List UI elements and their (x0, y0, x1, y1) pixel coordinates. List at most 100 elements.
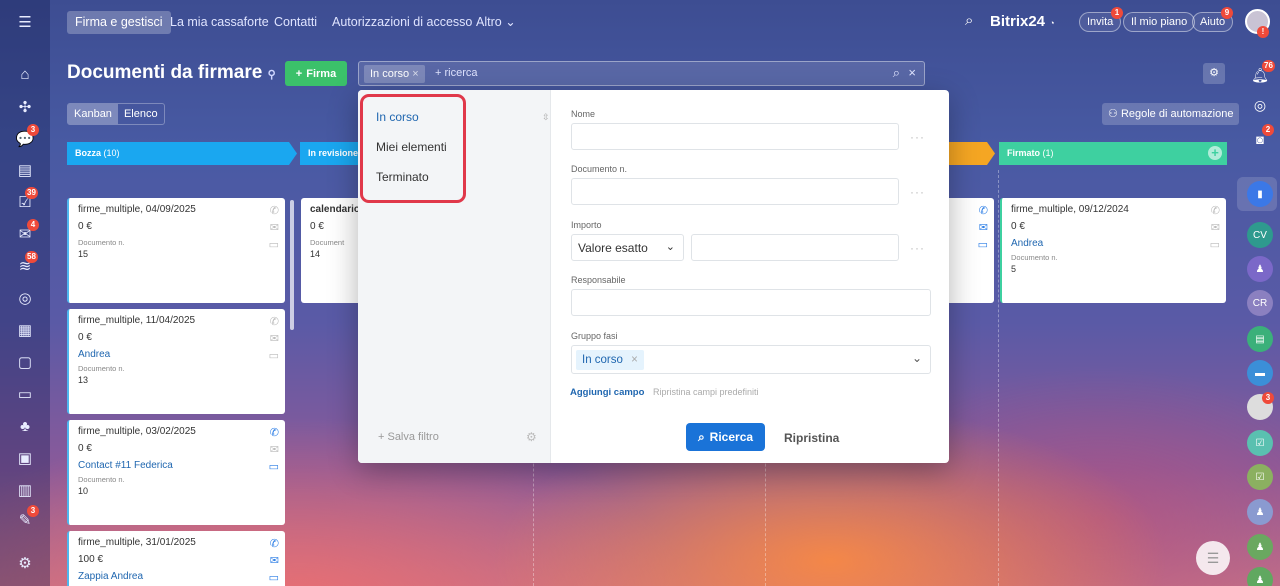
phone-icon[interactable]: ✆ (270, 204, 279, 217)
responsabile-input[interactable] (571, 289, 931, 316)
nav-cassaforte[interactable]: La mia cassaforte (162, 11, 277, 34)
view-kanban[interactable]: Kanban (68, 104, 118, 124)
comments-icon[interactable]: ▬ (1247, 360, 1273, 386)
mail-icon[interactable]: ✉ (270, 221, 279, 234)
tasks-flow-icon[interactable]: ✣ (13, 95, 37, 119)
feed-icon[interactable]: ▤ (13, 158, 37, 182)
search-icon[interactable]: ⌕ (965, 12, 973, 29)
column-scrollbar[interactable] (290, 200, 294, 330)
add-field-link[interactable]: Aggiungi campo (570, 387, 644, 398)
card-title[interactable]: firme_multiple, 04/09/2025 (78, 204, 276, 215)
gear-icon[interactable]: ⚙ (1203, 63, 1225, 84)
column-pending[interactable] (949, 142, 995, 165)
sign-icon[interactable]: ✎ 3 (13, 505, 39, 532)
mail-icon[interactable]: ✉ (270, 332, 279, 345)
filter-search-bar[interactable]: In corso × + ricerca ⌕ × (358, 61, 925, 86)
task-check-icon[interactable]: ☑ (1247, 464, 1273, 490)
card-contact-link[interactable]: Zappia Andrea (78, 571, 276, 582)
home-icon[interactable]: ⌂ (13, 62, 37, 86)
comment-icon[interactable]: ▭ (269, 349, 279, 362)
drag-handle-icon[interactable]: ⇳ (542, 112, 550, 123)
card-title[interactable]: firme_multiple, 09/12/2024 (1011, 204, 1217, 215)
save-filter-button[interactable]: + Salva filtro (378, 431, 439, 443)
nav-altro[interactable]: Altro ⌄ (468, 11, 524, 34)
nav-contatti[interactable]: Contatti (266, 11, 325, 34)
filter-chip[interactable]: In corso × (364, 65, 425, 83)
phone-icon[interactable]: ✆ (979, 204, 988, 217)
kanban-card[interactable]: firme_multiple, 03/02/2025 0 € Contact #… (67, 420, 285, 525)
clear-icon[interactable]: × (908, 65, 916, 80)
stage-chip[interactable]: In corso × (576, 350, 644, 370)
board-icon[interactable]: ▣ (13, 446, 37, 470)
more-icon[interactable]: ··· (910, 130, 925, 144)
phone-icon[interactable]: ✆ (1211, 204, 1220, 217)
restore-fields-link[interactable]: Ripristina campi predefiniti (653, 387, 759, 397)
preset-terminato[interactable]: Terminato (376, 170, 429, 184)
nome-input[interactable] (571, 123, 899, 150)
comment-icon[interactable]: ▭ (269, 571, 279, 584)
view-list[interactable]: Elenco (118, 104, 164, 124)
bookmark-icon[interactable]: ▮ (1247, 181, 1273, 207)
group-icon[interactable]: ♟ (1247, 567, 1273, 586)
column-firmato[interactable]: Firmato (1) + (999, 142, 1227, 165)
chat-avatar-cr[interactable]: CR (1247, 290, 1273, 316)
more-icon[interactable]: ··· (910, 185, 925, 199)
drive-icon[interactable]: ▭ (13, 382, 37, 406)
task-icon[interactable]: ☑ 39 (13, 187, 38, 214)
ricerca-button[interactable]: ⌕ Ricerca (686, 423, 765, 451)
documento-input[interactable] (571, 178, 899, 205)
phone-icon[interactable]: ✆ (270, 426, 279, 439)
document-icon[interactable]: ▢ (13, 350, 37, 374)
pin-icon[interactable]: ⚲ (268, 69, 276, 81)
card-title[interactable]: firme_multiple, 03/02/2025 (78, 426, 276, 437)
importo-input[interactable] (691, 234, 899, 261)
preset-miei-elementi[interactable]: Miei elementi (376, 140, 447, 154)
mail-icon[interactable]: ✉ 4 (13, 219, 39, 246)
card-title[interactable]: firme_multiple, 31/01/2025 (78, 537, 276, 548)
comment-icon[interactable]: ▭ (269, 460, 279, 473)
comment-icon[interactable]: ▭ (1210, 238, 1220, 251)
add-card-icon[interactable]: + (1208, 146, 1222, 160)
importo-mode-select[interactable]: Valore esatto ⌄ (571, 234, 684, 261)
card-title[interactable]: calendario (310, 204, 360, 215)
gruppo-fasi-select[interactable]: In corso × ⌄ (571, 345, 931, 374)
card-contact-link[interactable]: Andrea (1011, 238, 1217, 249)
calendar-icon[interactable]: ▦ (13, 318, 37, 342)
search-placeholder[interactable]: + ricerca (435, 67, 478, 79)
kanban-card[interactable]: firme_multiple, 11/04/2025 0 € Andrea Do… (67, 309, 285, 414)
list-menu-icon[interactable]: ☰ (1196, 541, 1230, 575)
preset-in-corso[interactable]: In corso (376, 110, 419, 124)
kanban-card[interactable]: calendario 0 € Document 14 (301, 198, 361, 303)
card-title[interactable]: firme_multiple, 11/04/2025 (78, 315, 276, 326)
close-icon[interactable]: × (631, 354, 638, 366)
kanban-card[interactable]: firme_multiple, 09/12/2024 0 € Andrea Do… (1000, 198, 1226, 303)
card-contact-link[interactable]: Andrea (78, 349, 276, 360)
phone-icon[interactable]: ✆ (270, 315, 279, 328)
planner-icon[interactable]: ▥ (13, 478, 37, 502)
close-icon[interactable]: × (412, 68, 418, 80)
phone-icon[interactable]: ✆ (270, 537, 279, 550)
comment-icon[interactable]: ▭ (978, 238, 988, 251)
settings-icon[interactable]: ⚙ (13, 551, 37, 575)
card-contact-link[interactable]: Contact #11 Federica (78, 460, 276, 471)
column-revisione[interactable]: In revisione (300, 142, 360, 165)
automation-button[interactable]: ⚇ Regole di automazione (1102, 103, 1240, 125)
chat-avatar-cv[interactable]: CV (1247, 222, 1273, 248)
team-icon[interactable]: ♣ (13, 414, 37, 438)
mail-icon[interactable]: ✉ (270, 554, 279, 567)
ripristina-button[interactable]: Ripristina (784, 431, 839, 445)
column-bozza[interactable]: Bozza (10) (67, 142, 297, 165)
plan-button[interactable]: Il mio piano (1123, 12, 1196, 32)
kanban-card[interactable]: firme_multiple, 31/01/2025 100 € Zappia … (67, 531, 285, 586)
target-icon[interactable]: ◎ (13, 286, 37, 310)
more-icon[interactable]: ··· (910, 241, 925, 255)
contact-card-icon[interactable]: ▤ (1247, 326, 1273, 352)
mail-icon[interactable]: ✉ (979, 221, 988, 234)
nav-autorizzazioni[interactable]: Autorizzazioni di accesso (324, 11, 480, 34)
group-icon[interactable]: ♟ (1247, 534, 1273, 560)
chat-icon[interactable]: 💬 3 (13, 124, 39, 151)
search-icon[interactable]: ⌕ (893, 65, 900, 81)
nav-firma-e-gestisci[interactable]: Firma e gestisci (67, 11, 171, 34)
crm-icon[interactable]: ≋ 58 (13, 251, 38, 278)
task-check-icon[interactable]: ☑ (1247, 430, 1273, 456)
